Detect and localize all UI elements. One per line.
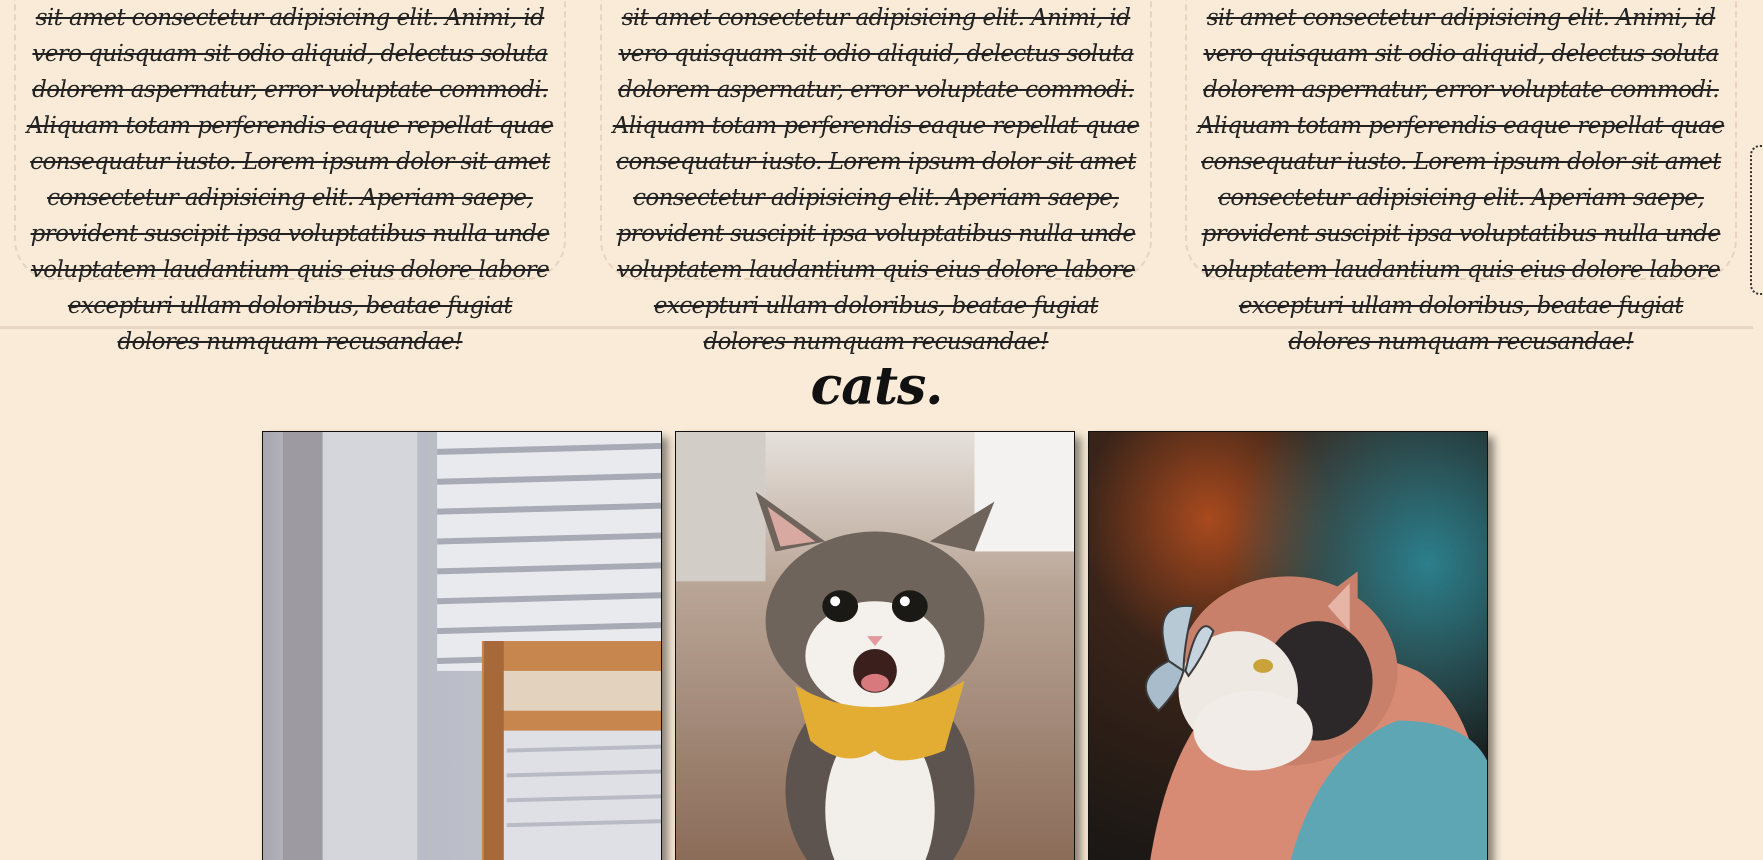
carousel-next-tab[interactable] <box>1750 145 1763 295</box>
cat-butterfly-image <box>1089 432 1487 860</box>
happy-cat-image <box>676 432 1074 860</box>
cat-photo-1[interactable] <box>262 431 662 860</box>
card-1-text: sit amet consectetur adipisicing elit. A… <box>26 5 554 355</box>
cards-row: sit amet consectetur adipisicing elit. A… <box>0 0 1763 355</box>
cat-gallery <box>262 431 1492 860</box>
cat-photo-3[interactable] <box>1088 431 1488 860</box>
card-2-text: sit amet consectetur adipisicing elit. A… <box>612 5 1140 355</box>
text-card-3: sit amet consectetur adipisicing elit. A… <box>1185 0 1737 355</box>
section-divider <box>0 326 1753 329</box>
text-card-1: sit amet consectetur adipisicing elit. A… <box>14 0 566 355</box>
cats-section-title: cats. <box>810 356 944 417</box>
card-3-text: sit amet consectetur adipisicing elit. A… <box>1197 5 1725 355</box>
text-card-2: sit amet consectetur adipisicing elit. A… <box>600 0 1152 355</box>
window-blinds-image <box>263 432 661 860</box>
cat-photo-2[interactable] <box>675 431 1075 860</box>
